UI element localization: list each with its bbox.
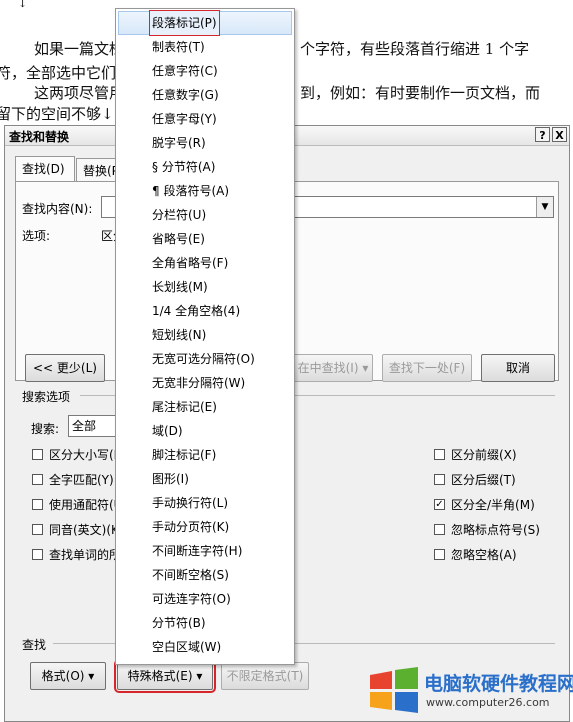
doc-line: 如果一篇文档 <box>34 40 125 58</box>
close-button[interactable]: X <box>552 127 567 142</box>
menu-item-tab[interactable]: 制表符(T) <box>152 35 205 59</box>
special-format-menu: 段落标记(P) 制表符(T) 任意字符(C) 任意数字(G) 任意字母(Y) 脱… <box>115 8 295 665</box>
menu-item-manual-line-break[interactable]: 手动换行符(L) <box>152 491 228 515</box>
checkbox[interactable] <box>434 449 445 460</box>
doc-line: 这两项尽管用 <box>34 84 125 102</box>
doc-line: 留下的空间不够↓ <box>0 105 114 123</box>
doc-line: ↓ <box>18 0 28 10</box>
menu-item-any-digit[interactable]: 任意数字(G) <box>152 83 219 107</box>
menu-item-ellipsis[interactable]: 省略号(E) <box>152 227 205 251</box>
checkbox[interactable] <box>434 549 445 560</box>
checkbox[interactable] <box>32 499 43 510</box>
tab-find[interactable]: 查找(D) <box>15 156 75 183</box>
less-button[interactable]: << 更少(L) <box>25 354 105 382</box>
options-label: 选项: <box>22 229 51 243</box>
option-match-width[interactable]: 区分全/半角(M) <box>451 496 535 513</box>
checkbox[interactable] <box>32 549 43 560</box>
checkbox[interactable] <box>434 474 445 485</box>
doc-line: 符，全部选中它们 <box>0 64 117 82</box>
menu-item-section-character[interactable]: § 分节符(A) <box>152 155 215 179</box>
checkbox[interactable] <box>32 449 43 460</box>
menu-item-zero-width-optional-break[interactable]: 无宽可选分隔符(O) <box>152 347 255 371</box>
menu-item-caret[interactable]: 脱字号(R) <box>152 131 206 155</box>
menu-item-optional-hyphen[interactable]: 可选连字符(O) <box>152 587 231 611</box>
option-sounds-like[interactable]: 同音(英文)(K) <box>49 521 124 538</box>
watermark-url: www.computer26.com <box>426 696 550 709</box>
checkbox[interactable] <box>32 474 43 485</box>
menu-item-paragraph-mark[interactable]: 段落标记(P) <box>149 10 220 36</box>
search-options-label: 搜索选项 <box>22 390 71 404</box>
search-scope-value: 全部 <box>72 419 97 433</box>
format-button[interactable]: 格式(O) ▾ <box>30 662 106 690</box>
menu-item-field[interactable]: 域(D) <box>152 419 183 443</box>
dropdown-arrow-icon[interactable]: ▼ <box>536 197 553 217</box>
search-label: 搜索: <box>31 422 60 436</box>
menu-item-paragraph-character[interactable]: ¶ 段落符号(A) <box>152 179 229 203</box>
windows-logo-icon <box>370 667 418 713</box>
help-button[interactable]: ? <box>535 127 550 142</box>
menu-item-nonbreaking-hyphen[interactable]: 不间断连字符(H) <box>152 539 242 563</box>
menu-item-footnote-mark[interactable]: 脚注标记(F) <box>152 443 216 467</box>
special-format-button[interactable]: 特殊格式(E) ▾ <box>114 659 216 693</box>
cancel-button[interactable]: 取消 <box>481 354 555 382</box>
menu-item-any-character[interactable]: 任意字符(C) <box>152 59 218 83</box>
menu-item-em-dash[interactable]: 长划线(M) <box>152 275 208 299</box>
no-formatting-button[interactable]: 不限定格式(T) <box>221 662 309 690</box>
option-ignore-punctuation[interactable]: 忽略标点符号(S) <box>451 521 540 538</box>
dialog-title: 查找和替换 <box>9 130 70 144</box>
checkbox[interactable] <box>434 524 445 535</box>
doc-line: 个字符，有些段落首行缩进 1 个字 <box>300 40 530 58</box>
find-in-button[interactable]: 在中查找(I) ▾ <box>293 354 373 382</box>
menu-item-column-break[interactable]: 分栏符(U) <box>152 203 206 227</box>
menu-item-white-space[interactable]: 空白区域(W) <box>152 635 221 659</box>
menu-item-any-letter[interactable]: 任意字母(Y) <box>152 107 217 131</box>
menu-item-zero-width-non-break[interactable]: 无宽非分隔符(W) <box>152 371 245 395</box>
watermark-name: 电脑软硬件教程网 <box>424 673 573 695</box>
option-match-suffix[interactable]: 区分后缀(T) <box>451 471 516 488</box>
doc-line: 到，例如：有时要制作一页文档，而 <box>300 84 541 102</box>
menu-item-quarter-em-space[interactable]: 1/4 全角空格(4) <box>152 299 240 323</box>
option-ignore-whitespace[interactable]: 忽略空格(A) <box>451 546 517 563</box>
option-all-word-forms[interactable]: 查找单词的所 <box>49 546 121 563</box>
menu-item-endnote-mark[interactable]: 尾注标记(E) <box>152 395 217 419</box>
option-match-prefix[interactable]: 区分前缀(X) <box>451 446 517 463</box>
menu-item-graphic[interactable]: 图形(I) <box>152 467 189 491</box>
menu-item-section-break[interactable]: 分节符(B) <box>152 611 206 635</box>
menu-item-manual-page-break[interactable]: 手动分页符(K) <box>152 515 229 539</box>
option-whole-word[interactable]: 全字匹配(Y) <box>49 471 114 488</box>
find-content-label: 查找内容(N): <box>22 202 93 216</box>
checkbox[interactable] <box>32 524 43 535</box>
menu-item-nonbreaking-space[interactable]: 不间断空格(S) <box>152 563 229 587</box>
menu-item-full-width-ellipsis[interactable]: 全角省略号(F) <box>152 251 228 275</box>
checkbox-checked[interactable]: ✓ <box>434 499 445 510</box>
find-section-label: 查找 <box>22 638 47 652</box>
site-watermark: 电脑软硬件教程网 www.computer26.com <box>368 665 573 715</box>
find-next-button[interactable]: 查找下一处(F) <box>382 354 472 382</box>
menu-item-en-dash[interactable]: 短划线(N) <box>152 323 206 347</box>
